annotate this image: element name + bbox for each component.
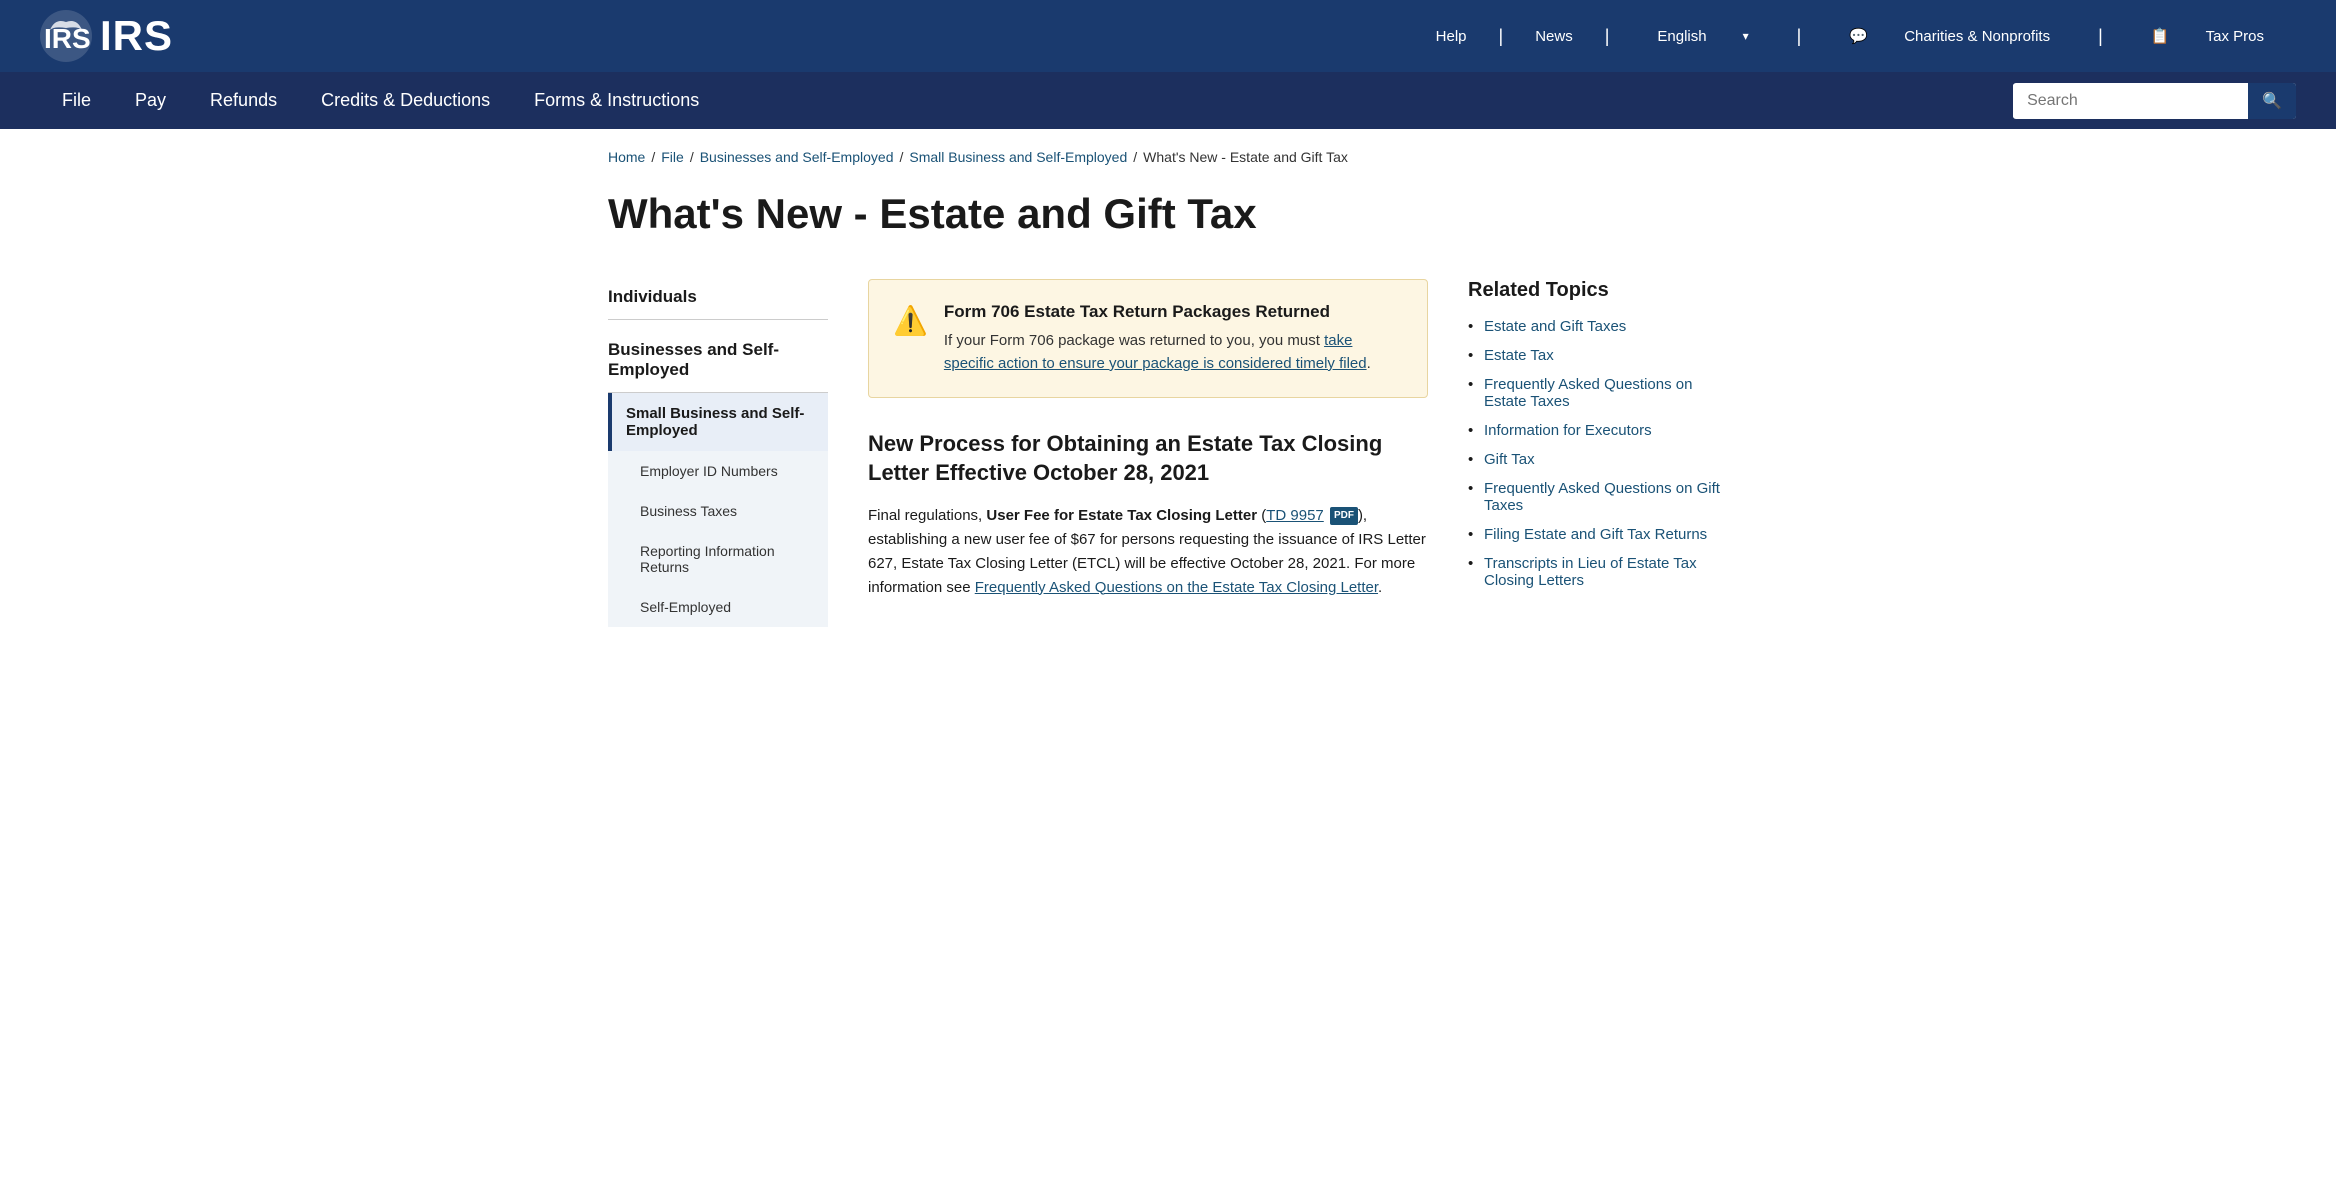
article-body: Final regulations, User Fee for Estate T… <box>868 504 1428 600</box>
right-sidebar: Related Topics Estate and Gift Taxes Est… <box>1468 279 1728 601</box>
english-label: English <box>1641 28 1722 45</box>
list-item: Estate and Gift Taxes <box>1468 318 1728 335</box>
faq-link[interactable]: Frequently Asked Questions on the Estate… <box>975 579 1378 596</box>
logo-text: IRS <box>100 12 173 60</box>
breadcrumb: Home / File / Businesses and Self-Employ… <box>608 149 1728 165</box>
taxpros-label: Tax Pros <box>2190 28 2280 45</box>
sidebar-self-employed[interactable]: Self-Employed <box>608 587 828 627</box>
list-item: Information for Executors <box>1468 422 1728 439</box>
divider-4: | <box>2082 26 2119 47</box>
breadcrumb-home[interactable]: Home <box>608 149 645 165</box>
breadcrumb-current: What's New - Estate and Gift Tax <box>1143 149 1348 165</box>
related-filing[interactable]: Filing Estate and Gift Tax Returns <box>1484 526 1707 543</box>
taxpros-link[interactable]: 📋 Tax Pros <box>2119 27 2296 45</box>
search-icon: 🔍 <box>2262 93 2282 110</box>
top-bar-links: Help | News | English ▾ | 💬 Charities & … <box>1420 26 2296 47</box>
sidebar-reporting[interactable]: Reporting Information Returns <box>608 531 828 587</box>
related-topics-list: Estate and Gift Taxes Estate Tax Frequen… <box>1468 318 1728 589</box>
sidebar-individuals-title: Individuals <box>608 279 828 320</box>
breadcrumb-sep-1: / <box>651 149 655 165</box>
breadcrumb-sep-4: / <box>1133 149 1137 165</box>
pdf-badge: PDF <box>1330 507 1358 525</box>
article-heading: New Process for Obtaining an Estate Tax … <box>868 430 1428 487</box>
list-item: Frequently Asked Questions on Gift Taxes <box>1468 480 1728 514</box>
nav-pay[interactable]: Pay <box>113 72 188 129</box>
nav-file[interactable]: File <box>40 72 113 129</box>
divider-1: | <box>1483 26 1520 47</box>
related-estate-tax[interactable]: Estate Tax <box>1484 347 1554 364</box>
main-body: ⚠️ Form 706 Estate Tax Return Packages R… <box>868 279 1428 599</box>
nav-credits[interactable]: Credits & Deductions <box>299 72 512 129</box>
top-bar: IRS IRS Help | News | English ▾ | 💬 Char… <box>0 0 2336 72</box>
related-executors[interactable]: Information for Executors <box>1484 422 1652 439</box>
page-title: What's New - Estate and Gift Tax <box>608 189 1728 239</box>
nav-bar: File Pay Refunds Credits & Deductions Fo… <box>0 72 2336 129</box>
search-box: 🔍 <box>2013 83 2296 119</box>
help-link[interactable]: Help <box>1420 28 1483 45</box>
news-link[interactable]: News <box>1519 28 1589 45</box>
left-sidebar: Individuals Businesses and Self-Employed… <box>608 279 828 627</box>
sidebar-business-taxes[interactable]: Business Taxes <box>608 491 828 531</box>
main-content: Home / File / Businesses and Self-Employ… <box>568 129 1768 647</box>
breadcrumb-sep-2: / <box>690 149 694 165</box>
breadcrumb-sep-3: / <box>899 149 903 165</box>
sidebar-businesses-title: Businesses and Self-Employed <box>608 332 828 393</box>
notice-body: If your Form 706 package was returned to… <box>944 330 1403 375</box>
related-estate-gift[interactable]: Estate and Gift Taxes <box>1484 318 1626 335</box>
warning-icon: ⚠️ <box>893 304 928 337</box>
taxpros-icon: 📋 <box>2135 28 2190 45</box>
related-faq-gift[interactable]: Frequently Asked Questions on Gift Taxes <box>1484 480 1720 514</box>
divider-2: | <box>1589 26 1626 47</box>
td9957-link[interactable]: TD 9957 <box>1266 507 1324 524</box>
notice-content: Form 706 Estate Tax Return Packages Retu… <box>944 302 1403 375</box>
related-faq-estate[interactable]: Frequently Asked Questions on Estate Tax… <box>1484 376 1692 410</box>
list-item: Filing Estate and Gift Tax Returns <box>1468 526 1728 543</box>
nav-forms[interactable]: Forms & Instructions <box>512 72 721 129</box>
breadcrumb-businesses[interactable]: Businesses and Self-Employed <box>700 149 894 165</box>
related-gift-tax[interactable]: Gift Tax <box>1484 451 1535 468</box>
logo[interactable]: IRS IRS <box>40 10 173 62</box>
charities-link[interactable]: 💬 Charities & Nonprofits <box>1817 27 2082 45</box>
nav-links: File Pay Refunds Credits & Deductions Fo… <box>40 72 721 129</box>
nav-refunds[interactable]: Refunds <box>188 72 299 129</box>
search-button[interactable]: 🔍 <box>2248 83 2296 119</box>
related-transcripts[interactable]: Transcripts in Lieu of Estate Tax Closin… <box>1484 555 1697 589</box>
charities-label: Charities & Nonprofits <box>1888 28 2066 45</box>
english-link[interactable]: English ▾ <box>1625 28 1780 45</box>
sidebar-smallbiz[interactable]: Small Business and Self-Employed <box>608 393 828 451</box>
content-layout: Individuals Businesses and Self-Employed… <box>608 279 1728 627</box>
notice-title: Form 706 Estate Tax Return Packages Retu… <box>944 302 1403 322</box>
sidebar-employer-id[interactable]: Employer ID Numbers <box>608 451 828 491</box>
notice-box: ⚠️ Form 706 Estate Tax Return Packages R… <box>868 279 1428 398</box>
chevron-down-icon: ▾ <box>1727 29 1765 43</box>
related-topics-title: Related Topics <box>1468 279 1728 302</box>
breadcrumb-smallbiz[interactable]: Small Business and Self-Employed <box>909 149 1127 165</box>
list-item: Estate Tax <box>1468 347 1728 364</box>
charities-icon: 💬 <box>1833 28 1888 45</box>
breadcrumb-file[interactable]: File <box>661 149 684 165</box>
search-input[interactable] <box>2013 84 2248 118</box>
list-item: Transcripts in Lieu of Estate Tax Closin… <box>1468 555 1728 589</box>
divider-3: | <box>1781 26 1818 47</box>
list-item: Frequently Asked Questions on Estate Tax… <box>1468 376 1728 410</box>
list-item: Gift Tax <box>1468 451 1728 468</box>
